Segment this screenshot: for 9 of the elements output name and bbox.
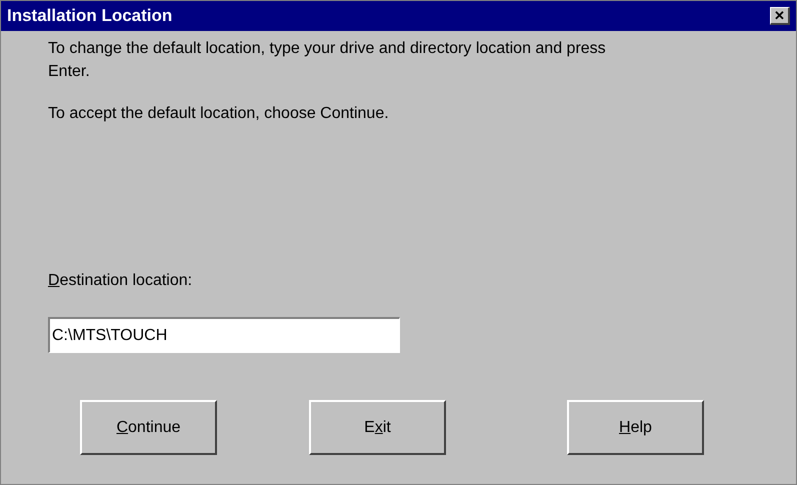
dialog-button[interactable]: Help (567, 400, 704, 455)
dialog-button[interactable]: Exit (309, 400, 446, 455)
close-button[interactable]: ✕ (770, 7, 790, 25)
destination-field[interactable]: C:\MTS\TOUCH (48, 317, 400, 353)
dialog-button[interactable]: Continue (80, 400, 217, 455)
window-title: Installation Location (7, 5, 172, 28)
instruction-text: To change the default location, type your drive and directory location and press Enter. (48, 39, 607, 82)
instruction-text: To accept the default location, choose Continue. (48, 104, 390, 124)
destination-label: Destination location: (48, 271, 194, 291)
